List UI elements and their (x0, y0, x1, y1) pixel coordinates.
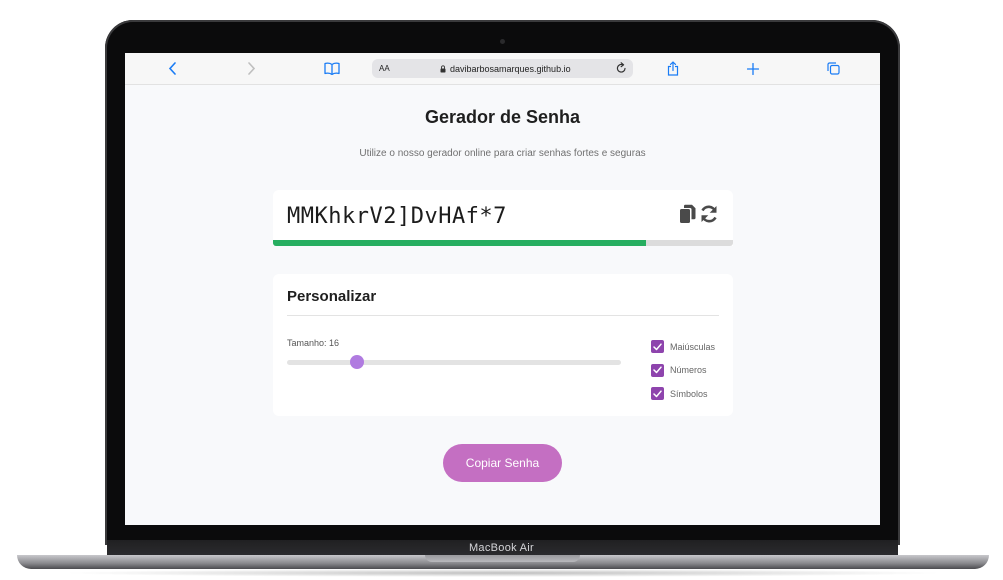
screen: AA davibarbosamarques.github.io Gerador … (125, 53, 880, 525)
option-label: Maiúsculas (670, 341, 716, 352)
forward-button[interactable] (242, 53, 260, 84)
checkmark-icon (653, 366, 662, 374)
password-text[interactable]: MMKhkrV2]DvHAf*7 (287, 204, 507, 229)
option-label: Símbolos (670, 388, 708, 399)
text-size-button[interactable]: AA (379, 64, 390, 73)
customize-panel: Personalizar Tamanho: 16 Maiúsculas Númer… (273, 274, 733, 416)
strength-bar-fill (273, 240, 646, 246)
chevron-right-icon (247, 62, 255, 75)
option-row[interactable]: Símbolos (651, 382, 715, 406)
checkmark-icon (653, 390, 662, 397)
option-label: Números (670, 365, 707, 376)
share-icon (667, 61, 679, 76)
base-shadow (60, 569, 946, 577)
option-checkbox[interactable] (651, 363, 664, 377)
browser-toolbar: AA davibarbosamarques.github.io (125, 53, 880, 85)
back-button[interactable] (163, 53, 181, 84)
page-title: Gerador de Senha (424, 107, 581, 127)
copy-icon (680, 204, 696, 223)
password-display: MMKhkrV2]DvHAf*7 (273, 190, 733, 246)
camera (500, 39, 505, 44)
length-slider[interactable] (287, 355, 621, 369)
tabs-overview-button[interactable] (824, 53, 842, 84)
copy-password-button[interactable] (679, 204, 697, 229)
new-tab-button[interactable] (744, 53, 762, 84)
refresh-icon (701, 205, 717, 223)
strength-bar (273, 240, 733, 246)
model-label: MacBook Air (468, 542, 535, 554)
base-notch (425, 555, 580, 562)
book-icon (324, 62, 340, 75)
url-text: davibarbosamarques.github.io (450, 63, 571, 74)
chevron-left-icon (168, 62, 176, 75)
divider (287, 315, 719, 316)
reload-icon (616, 62, 626, 73)
plus-icon (747, 62, 759, 75)
options-list: Maiúsculas Números Símbolos (651, 335, 715, 406)
address-bar[interactable]: AA davibarbosamarques.github.io (372, 59, 633, 78)
checkmark-icon (653, 343, 662, 350)
copy-password-main-button[interactable]: Copiar Senha (443, 444, 562, 482)
option-row[interactable]: Maiúsculas (651, 335, 715, 359)
customize-title: Personalizar (287, 288, 377, 305)
page-subtitle: Utilize o nosso gerador online para cria… (359, 148, 646, 159)
regenerate-password-button[interactable] (699, 204, 719, 229)
bookmarks-button[interactable] (322, 53, 342, 84)
share-button[interactable] (664, 53, 682, 84)
option-row[interactable]: Números (651, 359, 715, 383)
size-label: Tamanho: 16 (287, 338, 340, 348)
length-slider-thumb[interactable] (350, 355, 365, 369)
lock-icon (440, 64, 446, 72)
reload-button[interactable] (616, 62, 627, 76)
tabs-icon (826, 62, 840, 75)
option-checkbox[interactable] (651, 340, 664, 354)
option-checkbox[interactable] (651, 387, 664, 401)
